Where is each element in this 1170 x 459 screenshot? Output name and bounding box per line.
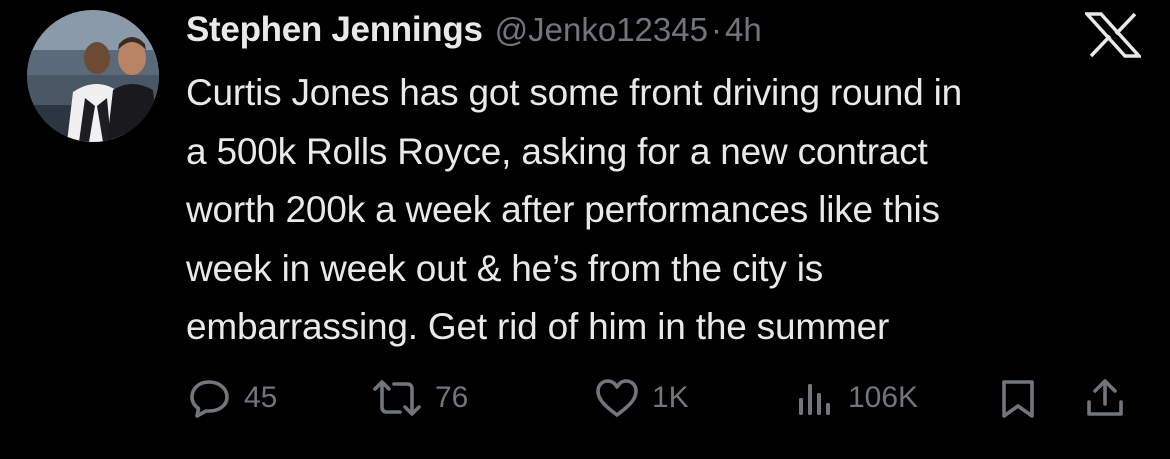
like-button[interactable]: 1K <box>594 370 689 426</box>
header-separator: · <box>710 11 722 48</box>
author-display-name[interactable]: Stephen Jennings <box>186 10 483 50</box>
author-handle[interactable]: @Jenko12345 <box>495 11 708 49</box>
share-icon <box>1087 379 1123 416</box>
heart-icon <box>596 379 638 417</box>
tweet-actions-bar: 45 76 1K 106K <box>0 370 1170 426</box>
like-count: 1K <box>652 381 689 414</box>
tweet-text: Curtis Jones has got some front driving … <box>186 72 963 347</box>
avatar[interactable] <box>27 10 159 142</box>
views-count: 106K <box>848 381 919 414</box>
tweet-header: Stephen Jennings @Jenko12345 · 4h <box>186 6 762 54</box>
views-bar-icon <box>799 384 830 415</box>
x-logo-icon <box>1083 12 1143 58</box>
bookmark-icon <box>1002 380 1034 418</box>
views-button[interactable]: 106K <box>796 370 918 426</box>
reply-count: 45 <box>244 381 278 414</box>
repost-count: 76 <box>435 381 469 414</box>
bookmark-button[interactable] <box>998 370 1038 426</box>
reply-button[interactable]: 45 <box>188 370 277 426</box>
reply-icon <box>190 380 229 418</box>
avatar-photo <box>27 10 159 142</box>
repost-icon <box>373 380 421 416</box>
share-button[interactable] <box>1083 370 1127 426</box>
tweet-timestamp[interactable]: 4h <box>725 11 762 49</box>
repost-button[interactable]: 76 <box>371 370 468 426</box>
